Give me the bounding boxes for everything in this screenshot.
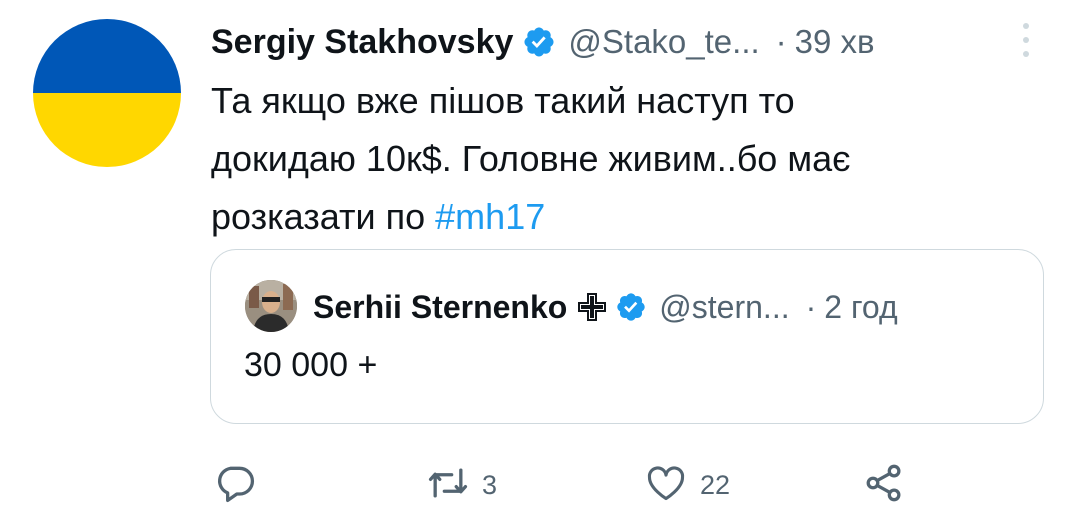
cross-icon xyxy=(577,292,607,322)
hashtag-link[interactable]: #mh17 xyxy=(435,196,545,237)
quoted-tweet-timestamp: 2 год xyxy=(824,288,898,325)
tweet-header: Sergiy Stakhovsky @Stako_te... · 39 хв xyxy=(211,18,1031,66)
like-count: 22 xyxy=(700,469,731,500)
tweet-text-line: розказати по #mh17 xyxy=(211,188,1011,246)
heart-icon xyxy=(644,461,688,510)
verified-badge-icon xyxy=(522,25,556,59)
quoted-author-handle: @stern... xyxy=(659,288,790,325)
reply-button[interactable] xyxy=(213,460,257,510)
tweet-text: Та якщо вже пішов такий наступ то докида… xyxy=(211,72,1011,246)
author-name[interactable]: Sergiy Stakhovsky xyxy=(211,23,513,62)
avatar-flag-blue xyxy=(33,19,181,93)
tweet-timestamp[interactable]: 39 хв xyxy=(795,23,875,61)
quoted-author-avatar[interactable] xyxy=(245,280,297,332)
separator-dot: · xyxy=(775,23,787,60)
share-button[interactable] xyxy=(862,460,906,510)
tweet-text-line: Та якщо вже пішов такий наступ то xyxy=(211,80,795,121)
avatar-flag-yellow xyxy=(33,93,181,167)
verified-badge-icon xyxy=(615,291,647,323)
separator-dot: · xyxy=(805,288,817,325)
reply-icon xyxy=(213,461,257,510)
tweet-action-bar: 3 22 xyxy=(0,460,1080,510)
retweet-icon xyxy=(426,461,470,510)
retweet-button[interactable]: 3 xyxy=(426,460,497,510)
more-options-icon[interactable] xyxy=(1016,20,1036,60)
quoted-author-name: Serhii Sternenko xyxy=(313,288,568,325)
tweet-text-segment: розказати по xyxy=(211,196,436,237)
retweet-count: 3 xyxy=(482,469,498,500)
tweet-text-line: докидаю 10к$. Головне живим..бо має xyxy=(211,138,851,179)
author-handle[interactable]: @Stako_te... xyxy=(568,23,759,61)
quoted-tweet-text: 30 000 + xyxy=(244,346,378,384)
quoted-tweet-card[interactable]: Serhii Sternenko @stern... · 2 год 30 00… xyxy=(210,249,1044,424)
like-button[interactable]: 22 xyxy=(644,460,730,510)
author-avatar[interactable] xyxy=(33,19,181,167)
quoted-tweet-header: Serhii Sternenko @stern... · 2 год xyxy=(313,282,898,332)
share-icon xyxy=(862,461,906,510)
